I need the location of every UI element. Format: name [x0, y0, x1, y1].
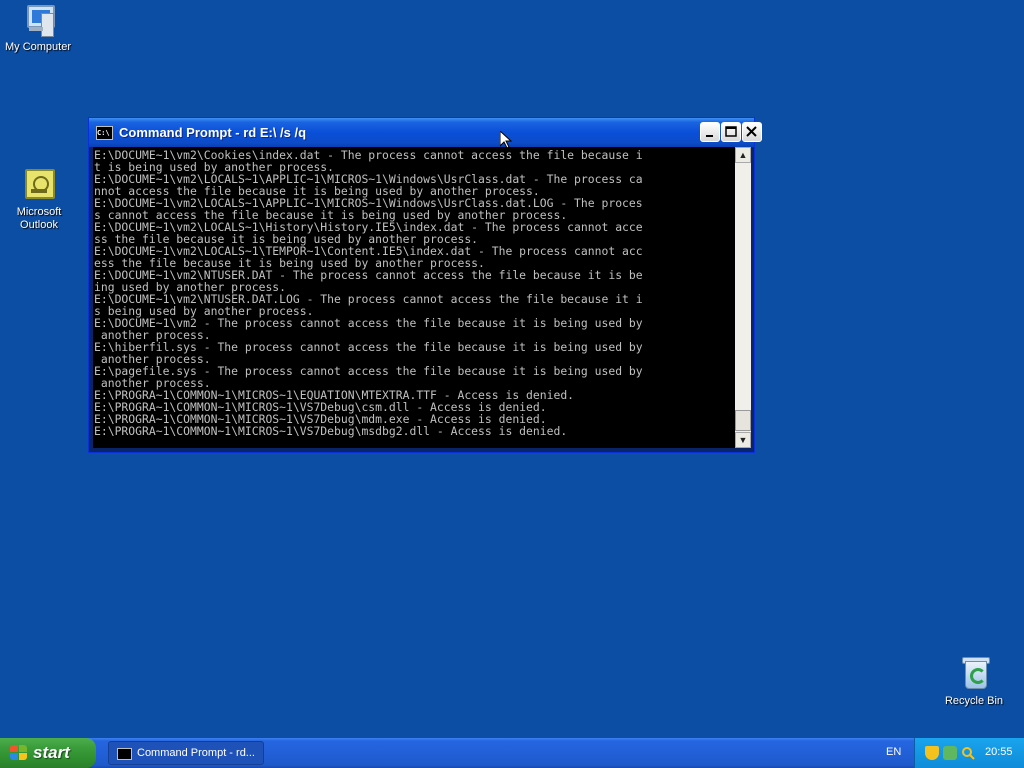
window-title: Command Prompt - rd E:\ /s /q: [119, 125, 307, 140]
taskbar-item-command-prompt[interactable]: Command Prompt - rd...: [108, 741, 264, 765]
outlook-label-line1: Microsoft: [16, 206, 62, 218]
scroll-up-button[interactable]: ▲: [735, 147, 751, 163]
language-indicator[interactable]: EN: [886, 746, 901, 758]
recycle-bin-label: Recycle Bin: [944, 695, 1004, 707]
close-button[interactable]: [742, 122, 762, 142]
my-computer-icon[interactable]: My Computer: [0, 3, 78, 54]
minimize-button[interactable]: [700, 122, 720, 142]
windows-logo-icon: [10, 745, 28, 761]
system-tray: 20:55: [914, 738, 1024, 768]
clock[interactable]: 20:55: [985, 746, 1013, 758]
recycle-bin-desktop-icon[interactable]: Recycle Bin: [934, 657, 1014, 708]
minimize-icon: [706, 135, 713, 137]
search-icon[interactable]: [961, 746, 975, 760]
close-icon: [746, 126, 757, 137]
start-button[interactable]: start: [0, 738, 96, 768]
maximize-button[interactable]: [721, 122, 741, 142]
start-label: start: [33, 743, 70, 762]
title-bar[interactable]: C:\ Command Prompt - rd E:\ /s /q: [89, 118, 762, 147]
command-prompt-window: C:\ Command Prompt - rd E:\ /s /q E:\DOC…: [88, 117, 762, 453]
mouse-cursor-icon: [500, 131, 512, 149]
scroll-down-button[interactable]: ▼: [735, 432, 751, 448]
network-icon[interactable]: [943, 746, 957, 760]
outlook-icon: [22, 168, 56, 202]
computer-icon: [21, 3, 55, 37]
console-output[interactable]: E:\DOCUME~1\vm2\Cookies\index.dat - The …: [93, 147, 735, 448]
my-computer-label: My Computer: [4, 41, 72, 53]
security-shield-icon[interactable]: [925, 746, 939, 760]
scroll-thumb[interactable]: [735, 410, 751, 431]
console-window-icon[interactable]: C:\: [96, 126, 113, 140]
outlook-label-line2: Outlook: [20, 219, 58, 231]
taskbar-item-label: Command Prompt - rd...: [137, 747, 255, 759]
taskbar: start Command Prompt - rd... EN 20:55: [0, 738, 1024, 768]
console-icon: [117, 748, 132, 760]
outlook-desktop-icon[interactable]: Microsoft Outlook: [0, 168, 79, 232]
vertical-scrollbar[interactable]: ▲ ▼: [735, 147, 751, 448]
console-text: E:\DOCUME~1\vm2\Cookies\index.dat - The …: [94, 148, 643, 438]
recycle-bin-icon: [957, 657, 991, 691]
maximize-icon: [725, 126, 737, 137]
